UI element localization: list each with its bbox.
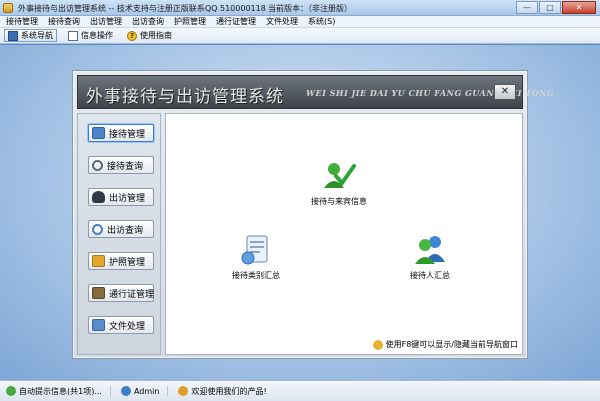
sidebar-item-files[interactable]: 文件处理 [88, 316, 154, 334]
panel-title: 外事接待与出访管理系统 [86, 87, 284, 107]
menu-reception[interactable]: 接待管理 [6, 16, 38, 27]
status-tips-text: 自动提示信息(共1项)... [19, 386, 102, 396]
search-icon [92, 223, 103, 235]
content-item-host-summary[interactable]: 接待人汇总 [410, 232, 450, 281]
content-item-label: 接待类别汇总 [232, 271, 280, 280]
shortcut-hint: 使用F8键可以显示/隐藏当前导航窗口 [372, 339, 518, 350]
sidebar-item-label: 接待管理 [109, 129, 146, 140]
star-icon [92, 255, 105, 267]
sidebar-item-label: 出访查询 [107, 225, 144, 236]
menu-bar: 接待管理 接待查询 出访管理 出访查询 护照管理 通行证管理 文件处理 系统(S… [0, 16, 600, 28]
category-doc-icon [241, 235, 268, 265]
sidebar-item-permit[interactable]: 通行证管理 [88, 284, 154, 302]
menu-visit[interactable]: 出访管理 [90, 16, 122, 27]
bulb-icon [372, 339, 383, 350]
card-icon [92, 287, 105, 299]
status-tips[interactable]: 自动提示信息(共1项)... [6, 385, 111, 397]
document-icon [92, 319, 105, 331]
title-bar: 外事接待与出访管理系统 -- 技术支持与注册正版联系QQ 510000118 当… [0, 0, 600, 16]
sidebar-item-passport[interactable]: 护照管理 [88, 252, 154, 270]
panel-header: 外事接待与出访管理系统 WEI SHI JIE DAI YU CHU FANG … [77, 75, 554, 109]
sidebar-item-visit[interactable]: 出访管理 [88, 188, 154, 206]
sidebar: 接待管理 接待查询 出访管理 出访查询 护照管理 通行证管理 文件处理 [77, 113, 161, 355]
monitor-icon [92, 127, 105, 139]
content-area: 接待与来宾信息 接待类别汇总 接待人汇总 使用F8键可以显示/隐藏当前导航窗口 [165, 113, 523, 355]
status-welcome-text: 欢迎使用我们的产品! [191, 386, 267, 396]
shortcut-hint-text: 使用F8键可以显示/隐藏当前导航窗口 [385, 340, 518, 349]
content-item-guest-info[interactable]: 接待与来宾信息 [311, 158, 367, 207]
sidebar-item-visit-query[interactable]: 出访查询 [88, 220, 154, 238]
sidebar-item-label: 文件处理 [109, 321, 146, 332]
status-welcome: 欢迎使用我们的产品! [178, 386, 274, 397]
info-button[interactable]: 信息操作 [65, 29, 116, 42]
user-icon [120, 386, 131, 396]
menu-passport[interactable]: 护照管理 [174, 16, 206, 27]
nav-label: 系统导航 [21, 31, 53, 40]
menu-visit-query[interactable]: 出访查询 [132, 16, 164, 27]
info-label: 信息操作 [81, 31, 113, 40]
sidebar-item-label: 护照管理 [109, 257, 146, 268]
sidebar-item-label: 通行证管理 [109, 289, 155, 300]
menu-files[interactable]: 文件处理 [266, 16, 298, 27]
minimize-button[interactable]: — [516, 1, 538, 14]
help-button[interactable]: ? 使用指南 [124, 29, 175, 42]
status-user-text: Admin [133, 386, 160, 396]
help-icon: ? [127, 30, 137, 41]
user-icon [92, 191, 105, 203]
sidebar-item-reception[interactable]: 接待管理 [88, 124, 154, 142]
nav-panel: 外事接待与出访管理系统 WEI SHI JIE DAI YU CHU FANG … [72, 70, 554, 359]
panel-close-button[interactable]: ✕ [494, 84, 516, 100]
panel-subtitle: WEI SHI JIE DAI YU CHU FANG GUAN LI XI T… [306, 88, 555, 98]
status-bar: 自动提示信息(共1项)... Admin 欢迎使用我们的产品! [0, 380, 600, 401]
sidebar-item-label: 接待查询 [107, 161, 144, 172]
magnifier-icon [92, 159, 103, 171]
app-icon [3, 3, 13, 13]
content-item-label: 接待与来宾信息 [311, 197, 367, 206]
bell-icon [6, 386, 16, 396]
users-check-icon [324, 163, 356, 188]
window-title: 外事接待与出访管理系统 -- 技术支持与注册正版联系QQ 510000118 [18, 4, 266, 13]
menu-system[interactable]: 系统(S) [308, 16, 335, 27]
menu-reception-query[interactable]: 接待查询 [48, 16, 80, 27]
nav-button[interactable]: 系统导航 [4, 29, 57, 42]
menu-permit[interactable]: 通行证管理 [216, 16, 256, 27]
status-user: Admin [120, 386, 169, 396]
people-icon [415, 236, 445, 264]
sidebar-item-reception-query[interactable]: 接待查询 [88, 156, 154, 174]
close-button[interactable]: ✕ [562, 1, 596, 14]
nav-icon [8, 30, 18, 41]
version-hint: 当前版本：（非注册版） [268, 4, 352, 13]
window-controls: — □ ✕ [516, 1, 596, 14]
help-label: 使用指南 [140, 31, 172, 40]
content-item-label: 接待人汇总 [410, 271, 450, 280]
toolbar: 系统导航 信息操作 ? 使用指南 [0, 28, 600, 44]
info-icon [68, 30, 78, 41]
maximize-button[interactable]: □ [539, 1, 561, 14]
smile-icon [178, 386, 189, 396]
sidebar-item-label: 出访管理 [109, 193, 146, 204]
content-item-category-summary[interactable]: 接待类别汇总 [232, 232, 280, 281]
